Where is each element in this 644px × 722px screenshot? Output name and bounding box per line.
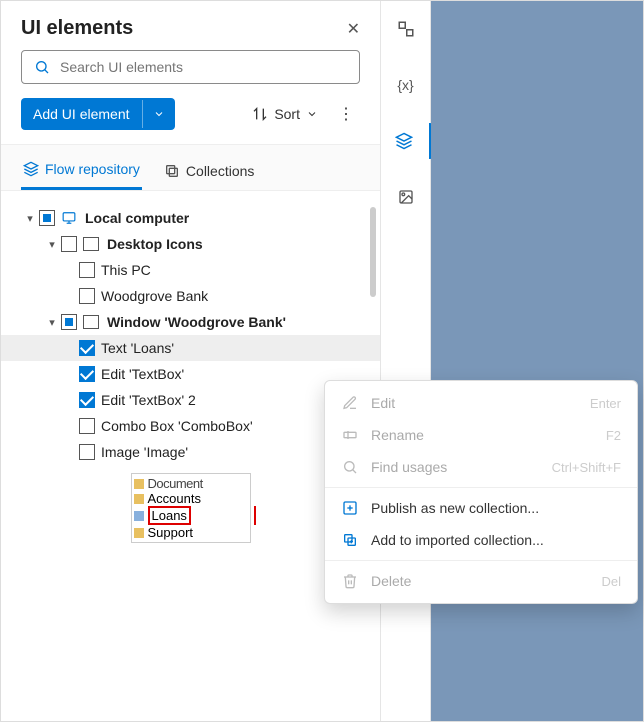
edit-icon (341, 395, 359, 411)
checkbox[interactable] (39, 210, 55, 226)
rail-images-icon[interactable] (386, 179, 426, 215)
node-label: Desktop Icons (107, 236, 203, 252)
context-menu: Edit Enter Rename F2 Find usages Ctrl+Sh… (324, 380, 638, 604)
checkbox[interactable] (79, 288, 95, 304)
ctx-shortcut: Ctrl+Shift+F (552, 460, 621, 475)
search-icon (341, 459, 359, 475)
tab-label: Flow repository (45, 161, 140, 177)
ctx-delete[interactable]: Delete Del (325, 565, 637, 597)
checkbox[interactable] (79, 340, 95, 356)
ctx-find-usages[interactable]: Find usages Ctrl+Shift+F (325, 451, 637, 483)
ctx-label: Add to imported collection... (371, 532, 621, 548)
rail-copilot-icon[interactable] (386, 11, 426, 47)
more-options-button[interactable]: ⋮ (330, 100, 362, 128)
scrollbar[interactable] (370, 207, 376, 297)
rail-ui-elements-icon[interactable] (382, 123, 432, 159)
tab-label: Collections (186, 163, 254, 179)
ctx-edit[interactable]: Edit Enter (325, 387, 637, 419)
add-collection-icon (341, 532, 359, 548)
search-field[interactable] (60, 59, 347, 75)
node-label: Image 'Image' (101, 444, 188, 460)
sort-icon (252, 106, 268, 122)
tree-node-edit-textbox[interactable]: Edit 'TextBox' (1, 361, 380, 387)
checkbox[interactable] (79, 392, 95, 408)
rename-icon (341, 427, 359, 443)
separator (325, 487, 637, 488)
backdrop (431, 1, 643, 721)
tree-node-this-pc[interactable]: This PC (1, 257, 380, 283)
plus-square-icon (341, 500, 359, 516)
rail-variables-icon[interactable]: {x} (386, 67, 426, 103)
checkbox[interactable] (79, 366, 95, 382)
checkbox[interactable] (61, 314, 77, 330)
chevron-down-icon (306, 108, 318, 120)
close-icon[interactable]: ✕ (347, 19, 360, 39)
checkbox[interactable] (79, 444, 95, 460)
node-label: Text 'Loans' (101, 340, 174, 356)
tab-flow-repository[interactable]: Flow repository (21, 155, 142, 190)
ctx-label: Edit (371, 395, 578, 411)
layers-icon (23, 161, 39, 177)
chevron-down-icon[interactable]: ▾ (21, 212, 39, 225)
node-label: Edit 'TextBox' 2 (101, 392, 196, 408)
ctx-label: Find usages (371, 459, 540, 475)
ctx-shortcut: Enter (590, 396, 621, 411)
node-label: Combo Box 'ComboBox' (101, 418, 253, 434)
search-input[interactable] (21, 50, 360, 84)
panel-title: UI elements (21, 17, 133, 40)
add-ui-element-dropdown[interactable] (142, 100, 175, 128)
ctx-label: Publish as new collection... (371, 500, 621, 516)
tree-node-text-loans[interactable]: Text 'Loans' (1, 335, 380, 361)
checkbox[interactable] (79, 262, 95, 278)
ctx-shortcut: Del (601, 574, 621, 589)
ctx-shortcut: F2 (606, 428, 621, 443)
collections-icon (164, 163, 180, 179)
tree-node-desktop-icons[interactable]: ▾ Desktop Icons (1, 231, 380, 257)
ctx-label: Delete (371, 573, 589, 589)
node-label: This PC (101, 262, 151, 278)
separator (325, 560, 637, 561)
ctx-rename[interactable]: Rename F2 (325, 419, 637, 451)
tree-node-local-computer[interactable]: ▾ Local computer (1, 205, 380, 231)
window-icon (83, 315, 99, 329)
monitor-icon (61, 211, 77, 225)
tab-collections[interactable]: Collections (162, 155, 256, 190)
node-label: Woodgrove Bank (101, 288, 208, 304)
trash-icon (341, 573, 359, 589)
ctx-label: Rename (371, 427, 594, 443)
checkbox[interactable] (61, 236, 77, 252)
add-ui-element-label: Add UI element (21, 98, 142, 130)
chevron-down-icon[interactable]: ▾ (43, 316, 61, 329)
tree-node-woodgrove-bank[interactable]: Woodgrove Bank (1, 283, 380, 309)
element-preview: Document Accounts Loans Support (131, 473, 251, 543)
window-icon (83, 237, 99, 251)
add-ui-element-button[interactable]: Add UI element (21, 98, 175, 130)
sort-button[interactable]: Sort (248, 102, 322, 126)
tree-node-window-woodgrove[interactable]: ▾ Window 'Woodgrove Bank' (1, 309, 380, 335)
sort-label: Sort (274, 106, 300, 122)
ctx-publish-collection[interactable]: Publish as new collection... (325, 492, 637, 524)
node-label: Local computer (85, 210, 189, 226)
search-icon (34, 59, 50, 75)
checkbox[interactable] (79, 418, 95, 434)
node-label: Edit 'TextBox' (101, 366, 184, 382)
node-label: Window 'Woodgrove Bank' (107, 314, 286, 330)
ctx-add-to-collection[interactable]: Add to imported collection... (325, 524, 637, 556)
chevron-down-icon[interactable]: ▾ (43, 238, 61, 251)
